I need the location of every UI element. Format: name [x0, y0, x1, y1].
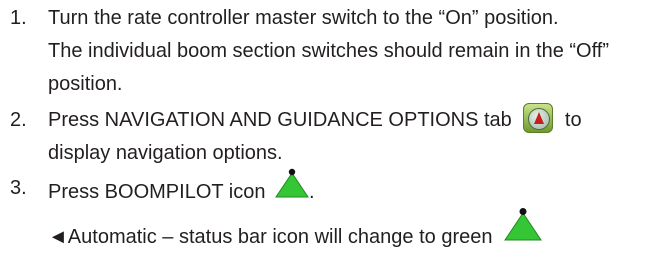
step-line: position.: [48, 73, 123, 95]
step-line: display navigation options.: [48, 142, 283, 164]
step-line-part: to: [564, 109, 582, 131]
step-sub-line: ◄Automatic – status bar icon will change…: [48, 208, 542, 260]
step-sub-text: ◄Automatic – status bar icon will change…: [48, 225, 493, 248]
step-line: Turn the rate controller master switch t…: [48, 7, 559, 29]
step-text: Press BOOMPILOT icon . ◄Automatic – stat…: [48, 168, 542, 260]
step-number: 1.: [10, 7, 27, 29]
step-line: The individual boom section switches sho…: [48, 40, 610, 62]
step-number: 3.: [10, 177, 27, 199]
period: .: [309, 180, 315, 203]
step-text: Turn the rate controller master switch t…: [48, 2, 609, 101]
step-number: 2.: [10, 109, 27, 131]
step-line-part: Press NAVIGATION AND GUIDANCE OPTIONS ta…: [48, 109, 512, 131]
step-line-part: Press BOOMPILOT icon: [48, 180, 266, 203]
step-line: Press NAVIGATION AND GUIDANCE OPTIONS ta…: [48, 102, 582, 137]
boompilot-icon: [275, 168, 309, 209]
boompilot-green-status-icon: [504, 207, 542, 252]
step-text: Press NAVIGATION AND GUIDANCE OPTIONS ta…: [48, 102, 582, 170]
navigation-guidance-tab-icon: [523, 102, 554, 133]
step-line: Press BOOMPILOT icon .: [48, 168, 542, 213]
